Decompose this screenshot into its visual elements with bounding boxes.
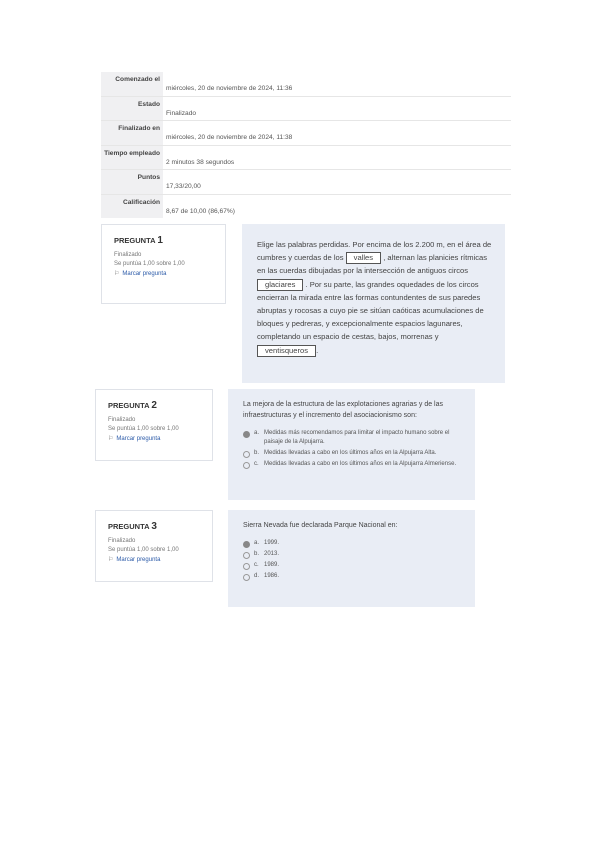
question-1-content: Elige las palabras perdidas. Por encima … [242, 224, 505, 383]
option-letter: d. [254, 573, 260, 579]
question-number: 1 [157, 235, 163, 246]
flag-icon: ⚐ [108, 436, 114, 442]
summary-value: miércoles, 20 de noviembre de 2024, 11:3… [166, 134, 293, 141]
option-text: 2013. [264, 551, 280, 557]
drop-gap-3[interactable]: ventisqueros [257, 344, 317, 357]
question-score: Se puntúa 1,00 sobre 1,00 [114, 261, 185, 267]
answer-option-d[interactable]: d. 1986. [243, 572, 463, 581]
option-letter: a. [254, 540, 260, 546]
option-letter: c. [254, 562, 259, 568]
radio-selected[interactable] [243, 541, 250, 548]
option-letter: b. [254, 551, 260, 557]
answer-option-c[interactable]: c. 1989. [243, 561, 463, 570]
flag-label: Marcar pregunta [116, 436, 161, 442]
summary-row-grade: Calificación 8,67 de 10,00 (86,67%) [101, 193, 511, 218]
flag-question-link[interactable]: ⚐ Marcar pregunta [108, 556, 200, 563]
answer-option-b[interactable]: b. Medidas llevadas a cabo en los último… [243, 449, 463, 458]
summary-label: Comenzado el [101, 72, 163, 96]
summary-value: Finalizado [166, 109, 197, 117]
radio[interactable] [243, 462, 250, 469]
answer-option-b[interactable]: b. 2013. [243, 550, 463, 559]
question-1-info: PREGUNTA 1 Finalizado Se puntúa 1,00 sob… [101, 224, 226, 304]
answer-option-a[interactable]: a. Medidas más recomendamos para limitar… [243, 429, 463, 447]
option-text: Medidas llevadas a cabo en los últimos a… [264, 450, 437, 456]
summary-label: Calificación [101, 194, 163, 218]
drop-gap-2[interactable]: glaciares [257, 278, 304, 291]
answer-option-c[interactable]: c. Medidas llevadas a cabo en los último… [243, 460, 463, 469]
option-text: 1989. [264, 562, 280, 568]
option-letter: c. [254, 461, 259, 467]
question-text: . [316, 345, 319, 355]
flag-icon: ⚐ [108, 557, 114, 563]
question-title: PREGUNTA 3 [108, 521, 200, 532]
summary-row-finished: Finalizado en miércoles, 20 de noviembre… [101, 120, 511, 145]
summary-value: 8,67 de 10,00 (86,67%) [166, 207, 235, 215]
question-2-info: PREGUNTA 2 Finalizado Se puntúa 1,00 sob… [95, 389, 213, 461]
question-number: 3 [151, 521, 157, 532]
radio-selected[interactable] [243, 431, 250, 438]
question-label: PREGUNTA [108, 522, 150, 531]
drop-gap-1[interactable]: valles [345, 252, 382, 265]
question-text: Sierra Nevada fue declarada Parque Nacio… [243, 522, 398, 529]
question-score: Se puntúa 1,00 sobre 1,00 [108, 547, 179, 553]
question-label: PREGUNTA [114, 236, 156, 245]
summary-row-started: Comenzado el miércoles, 20 de noviembre … [101, 72, 511, 96]
summary-label: Finalizado en [101, 121, 163, 145]
flag-question-link[interactable]: ⚐ Marcar pregunta [114, 270, 213, 277]
radio[interactable] [243, 563, 250, 570]
summary-label: Puntos [101, 170, 163, 194]
question-label: PREGUNTA [108, 401, 150, 410]
summary-row-points: Puntos 17,33/20,00 [101, 169, 511, 194]
flag-label: Marcar pregunta [122, 271, 167, 277]
option-text: 1986. [264, 573, 280, 579]
question-score: Se puntúa 1,00 sobre 1,00 [108, 426, 179, 432]
flag-question-link[interactable]: ⚐ Marcar pregunta [108, 435, 200, 442]
answer-option-a[interactable]: a. 1999. [243, 539, 463, 548]
flag-icon: ⚐ [114, 271, 120, 277]
option-letter: a. [254, 430, 260, 436]
question-3-info: PREGUNTA 3 Finalizado Se puntúa 1,00 sob… [95, 510, 213, 582]
summary-row-state: Estado Finalizado [101, 95, 511, 120]
radio[interactable] [243, 451, 250, 458]
option-text: 1999. [264, 540, 280, 546]
question-2-content: La mejora de la estructura de las explot… [228, 389, 475, 500]
question-state: Finalizado [114, 252, 142, 258]
question-title: PREGUNTA 1 [114, 235, 213, 246]
attempt-summary-table: Comenzado el miércoles, 20 de noviembre … [101, 72, 511, 218]
radio[interactable] [243, 552, 250, 559]
question-title: PREGUNTA 2 [108, 400, 200, 411]
question-text: La mejora de la estructura de las explot… [243, 401, 443, 419]
summary-row-time: Tiempo empleado 2 minutos 38 segundos [101, 144, 511, 169]
question-3-content: Sierra Nevada fue declarada Parque Nacio… [228, 510, 475, 607]
question-state: Finalizado [108, 417, 136, 423]
option-letter: b. [254, 450, 260, 456]
summary-value: 2 minutos 38 segundos [166, 158, 235, 166]
option-text: Medidas más recomendamos para limitar el… [264, 430, 450, 445]
summary-value: 17,33/20,00 [166, 183, 201, 190]
option-text: Medidas llevadas a cabo en los últimos a… [264, 461, 457, 467]
flag-label: Marcar pregunta [116, 557, 161, 563]
question-number: 2 [151, 400, 157, 411]
summary-value: miércoles, 20 de noviembre de 2024, 11:3… [166, 85, 293, 92]
summary-label: Tiempo empleado [101, 145, 163, 169]
radio[interactable] [243, 574, 250, 581]
question-state: Finalizado [108, 538, 136, 544]
summary-label: Estado [101, 96, 163, 120]
